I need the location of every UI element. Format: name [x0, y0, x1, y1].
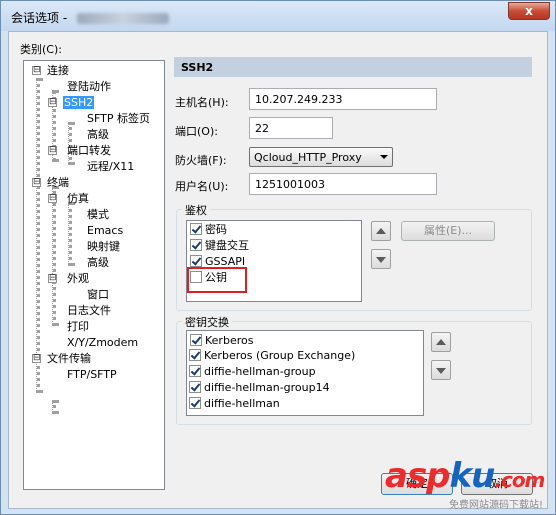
tree-line — [68, 202, 72, 266]
tree-item-remote-x11[interactable]: 远程/X11 — [87, 160, 134, 174]
kex-item-dh[interactable]: diffie-hellman — [189, 397, 280, 413]
tree-item-sftp-tab[interactable]: SFTP 标签页 — [87, 112, 150, 126]
expander-icon[interactable]: ⊟ — [48, 146, 57, 155]
category-label: 类别(C): — [20, 43, 62, 56]
window-title: 会话选项 - — [11, 9, 169, 26]
kex-item-label: Kerberos — [205, 334, 254, 347]
expander-icon[interactable]: ⊟ — [32, 66, 41, 75]
checkbox-checked-icon[interactable] — [189, 397, 201, 409]
expander-icon[interactable]: ⊟ — [48, 274, 57, 283]
watermark-part: ku — [449, 456, 496, 496]
firewall-value: Qcloud_HTTP_Proxy — [254, 151, 362, 164]
blurred-hostname — [76, 13, 169, 24]
kex-item-dh-group[interactable]: diffie-hellman-group — [189, 365, 316, 381]
watermark-subtitle: 免费网站源码下载站! — [449, 500, 544, 511]
auth-item-label: 键盘交互 — [205, 239, 249, 252]
tree-item-emulation[interactable]: 仿真 — [67, 192, 89, 206]
tree-item-terminal[interactable]: 终端 — [47, 176, 69, 190]
chevron-down-icon — [380, 155, 388, 159]
kex-item-label: diffie-hellman — [204, 397, 280, 410]
tree-item-emacs[interactable]: Emacs — [87, 224, 123, 238]
dialog-client: 类别(C): ⊟ 连接 登陆动作 ⊟ SSH2 SFTP 标签页 高级 ⊟ 端口… — [8, 31, 548, 509]
tree-item-emulation-advanced[interactable]: 高级 — [87, 256, 109, 270]
watermark-part: asp — [385, 456, 451, 496]
move-down-button[interactable] — [371, 249, 391, 269]
tree-item-ftp-sftp[interactable]: FTP/SFTP — [67, 368, 117, 382]
panel-header: SSH2 — [174, 57, 532, 77]
expander-icon[interactable]: ⊟ — [48, 98, 57, 107]
category-tree[interactable]: ⊟ 连接 登陆动作 ⊟ SSH2 SFTP 标签页 高级 ⊟ 端口转发 远程/X… — [23, 60, 165, 490]
kex-item-label: diffie-hellman-group — [204, 365, 316, 378]
checkbox-checked-icon[interactable] — [190, 255, 202, 267]
checkbox-checked-icon[interactable] — [190, 334, 202, 346]
watermark-logo: aspku.com — [385, 456, 545, 497]
auth-item-label: 密码 — [205, 223, 227, 236]
kex-move-down-button[interactable] — [431, 360, 451, 380]
expander-icon[interactable]: ⊟ — [48, 194, 57, 203]
port-input[interactable]: 22 — [249, 117, 333, 139]
watermark-part: .com — [494, 468, 545, 492]
tree-item-modes[interactable]: 模式 — [87, 208, 109, 222]
tree-item-mapped-keys[interactable]: 映射键 — [87, 240, 120, 254]
checkbox-checked-icon[interactable] — [189, 381, 201, 393]
close-button[interactable]: x — [508, 2, 550, 20]
tree-item-printing[interactable]: 打印 — [67, 320, 89, 334]
username-input[interactable]: 1251001003 — [249, 173, 437, 195]
tree-item-xyzmodem[interactable]: X/Y/Zmodem — [67, 336, 138, 350]
tree-item-file-transfer[interactable]: 文件传输 — [47, 352, 91, 366]
checkbox-checked-icon[interactable] — [189, 349, 201, 361]
properties-button[interactable]: 属性(E)... — [401, 221, 495, 241]
kex-item-dh-group14[interactable]: diffie-hellman-group14 — [189, 381, 330, 397]
title-bar: 会话选项 - x — [1, 1, 555, 31]
kex-item-label: diffie-hellman-group14 — [204, 381, 330, 394]
firewall-label: 防火墙(F): — [175, 154, 227, 167]
tree-item-port-forwarding[interactable]: 端口转发 — [67, 144, 111, 158]
hostname-label: 主机名(H): — [175, 96, 229, 109]
kex-move-up-button[interactable] — [431, 332, 451, 352]
username-label: 用户名(U): — [175, 180, 229, 193]
hostname-input[interactable]: 10.207.249.233 — [249, 88, 437, 110]
window-title-text: 会话选项 - — [11, 11, 71, 25]
tree-item-login-actions[interactable]: 登陆动作 — [67, 80, 111, 94]
tree-line — [52, 186, 56, 326]
auth-item-password[interactable]: 密码 — [190, 223, 227, 239]
tree-item-connection[interactable]: 连接 — [47, 64, 69, 78]
auth-item-keyboard-interactive[interactable]: 键盘交互 — [190, 239, 249, 255]
expander-icon[interactable]: ⊟ — [32, 354, 41, 363]
tree-item-ssh2[interactable]: SSH2 — [63, 96, 95, 109]
tree-line — [52, 400, 56, 414]
kex-group-title: 密钥交换 — [182, 314, 232, 330]
checkbox-checked-icon[interactable] — [189, 365, 201, 377]
kex-item-label: Kerberos (Group Exchange) — [204, 349, 356, 362]
arrow-up-icon — [436, 339, 446, 345]
arrow-down-icon — [436, 368, 446, 374]
arrow-up-icon — [376, 228, 386, 234]
tree-item-log-file[interactable]: 日志文件 — [67, 304, 111, 318]
tree-item-appearance[interactable]: 外观 — [67, 272, 89, 286]
tree-item-ssh2-advanced[interactable]: 高级 — [87, 128, 109, 142]
kex-item-kerberos-group-exchange[interactable]: Kerberos (Group Exchange) — [189, 349, 355, 365]
highlight-annotation — [187, 267, 247, 293]
move-up-button[interactable] — [371, 221, 391, 241]
port-label: 端口(O): — [175, 125, 218, 138]
auth-group-title: 鉴权 — [182, 202, 210, 218]
arrow-down-icon — [376, 257, 386, 263]
tree-line — [36, 78, 40, 393]
expander-icon[interactable]: ⊟ — [32, 178, 41, 187]
checkbox-checked-icon[interactable] — [190, 239, 202, 251]
checkbox-checked-icon[interactable] — [190, 223, 202, 235]
tree-item-window[interactable]: 窗口 — [87, 288, 109, 302]
firewall-dropdown[interactable]: Qcloud_HTTP_Proxy — [249, 147, 393, 167]
session-options-dialog: 会话选项 - x 类别(C): ⊟ 连接 登陆动作 ⊟ SSH2 SFTP 标签… — [0, 0, 556, 515]
kex-item-kerberos[interactable]: Kerberos — [190, 334, 253, 350]
